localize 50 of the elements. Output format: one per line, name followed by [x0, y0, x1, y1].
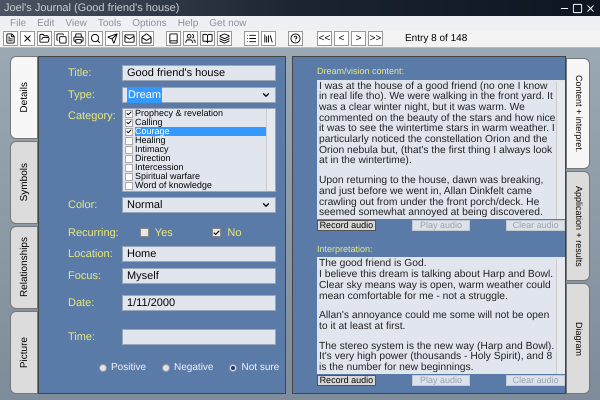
paragraph: The good friend is God. I believe this dream is talking about Harp and Bowl. Clear sky means way is open, warm weather could mean comfortable for me - not a struggle.	[319, 259, 554, 302]
dropdown[interactable]: Normal	[122, 197, 276, 214]
side-tab[interactable]: Diagram	[566, 283, 590, 394]
checkbox-label: Yes	[154, 226, 173, 240]
field-label: Time:	[67, 330, 96, 344]
list-item[interactable]: Intercession	[135, 163, 266, 172]
category-list[interactable]: Prophecy & revelation Calling Courage Healing Intimacy Direction Intercession Spiritual warfare Word of knowledge	[122, 108, 276, 192]
radio-label: Positive	[111, 361, 146, 375]
field-label: Location:	[67, 247, 114, 262]
window-title: Joel's Journal (Good friend's house)	[4, 0, 180, 16]
field-label: Recurring:	[67, 226, 120, 240]
side-tab[interactable]: Details	[10, 56, 38, 139]
text-field[interactable]: Myself	[122, 268, 276, 284]
checkbox-label: No	[227, 226, 242, 240]
section-label: Dream/vision content:	[317, 65, 406, 78]
text-field[interactable]: Home	[122, 246, 276, 262]
text-field[interactable]: 1/11/2000	[122, 295, 276, 312]
side-tab[interactable]: Picture	[10, 311, 38, 394]
list-item[interactable]: Spiritual warfare	[135, 172, 266, 181]
list-item[interactable]: Direction	[135, 154, 266, 163]
navigation-button[interactable]: <<	[317, 31, 332, 46]
paragraph: I was at the house of a good friend (no one I know in real life tho). We were walking in the front yard. It was a clear winter night, but it was warm. We commented on the beauty of the stars and how nice it was to see the wintertime stars in warm weather. I particularly noticed the constellation Orion and the Orion nebula but, (that's the first thing I always look at in the wintertime).	[319, 82, 556, 168]
field-label: Color:	[67, 198, 98, 213]
list-item[interactable]: Calling	[135, 118, 266, 127]
paragraph: Allan's annoyance could me some will not be open to it at least at first.	[319, 311, 550, 333]
list-item[interactable]: Intimacy	[135, 145, 266, 154]
field-label: Type:	[67, 88, 96, 102]
field-label: Title:	[67, 66, 92, 81]
text-field[interactable]: Good friend's house	[122, 65, 276, 82]
audio-button[interactable]: Record audio	[317, 374, 376, 386]
navigation-button[interactable]: <	[334, 31, 349, 46]
side-tab[interactable]: Application + results	[566, 170, 590, 282]
field-label: Date:	[67, 296, 96, 311]
side-tab[interactable]: Relationships	[10, 226, 38, 309]
list-item[interactable]: Word of knowledge	[135, 181, 266, 190]
paragraph: Upon returning to the house, dawn was breaking, and just before we went in, Allan Dinkfelt came crawling out from under the front porch/deck. He seemed somewhat annoyed at being discovered.	[319, 176, 544, 219]
side-tab[interactable]: Symbols	[10, 141, 38, 224]
audio-button[interactable]: Record audio	[317, 220, 376, 231]
navigation-button[interactable]: >	[351, 31, 366, 46]
section-label: Interpretation:	[317, 242, 374, 256]
list-item[interactable]: Healing	[135, 136, 266, 145]
list-item[interactable]: Prophecy & revelation	[135, 109, 266, 118]
navigation-button[interactable]: >>	[368, 31, 383, 46]
entry-counter: Entry 8 of 148	[405, 32, 468, 46]
radio-label: Negative	[174, 361, 214, 375]
field-label: Focus:	[67, 268, 102, 284]
radio-label: Not sure	[241, 361, 280, 375]
side-tab[interactable]: Content + interpret.	[566, 58, 590, 169]
paragraph: The stereo system is the new way (Harp and Bowl). It's very high power (thousands - Holy Spirit), and 8 is the number for new beginnings.	[319, 342, 556, 374]
field-label: Category:	[67, 109, 117, 124]
